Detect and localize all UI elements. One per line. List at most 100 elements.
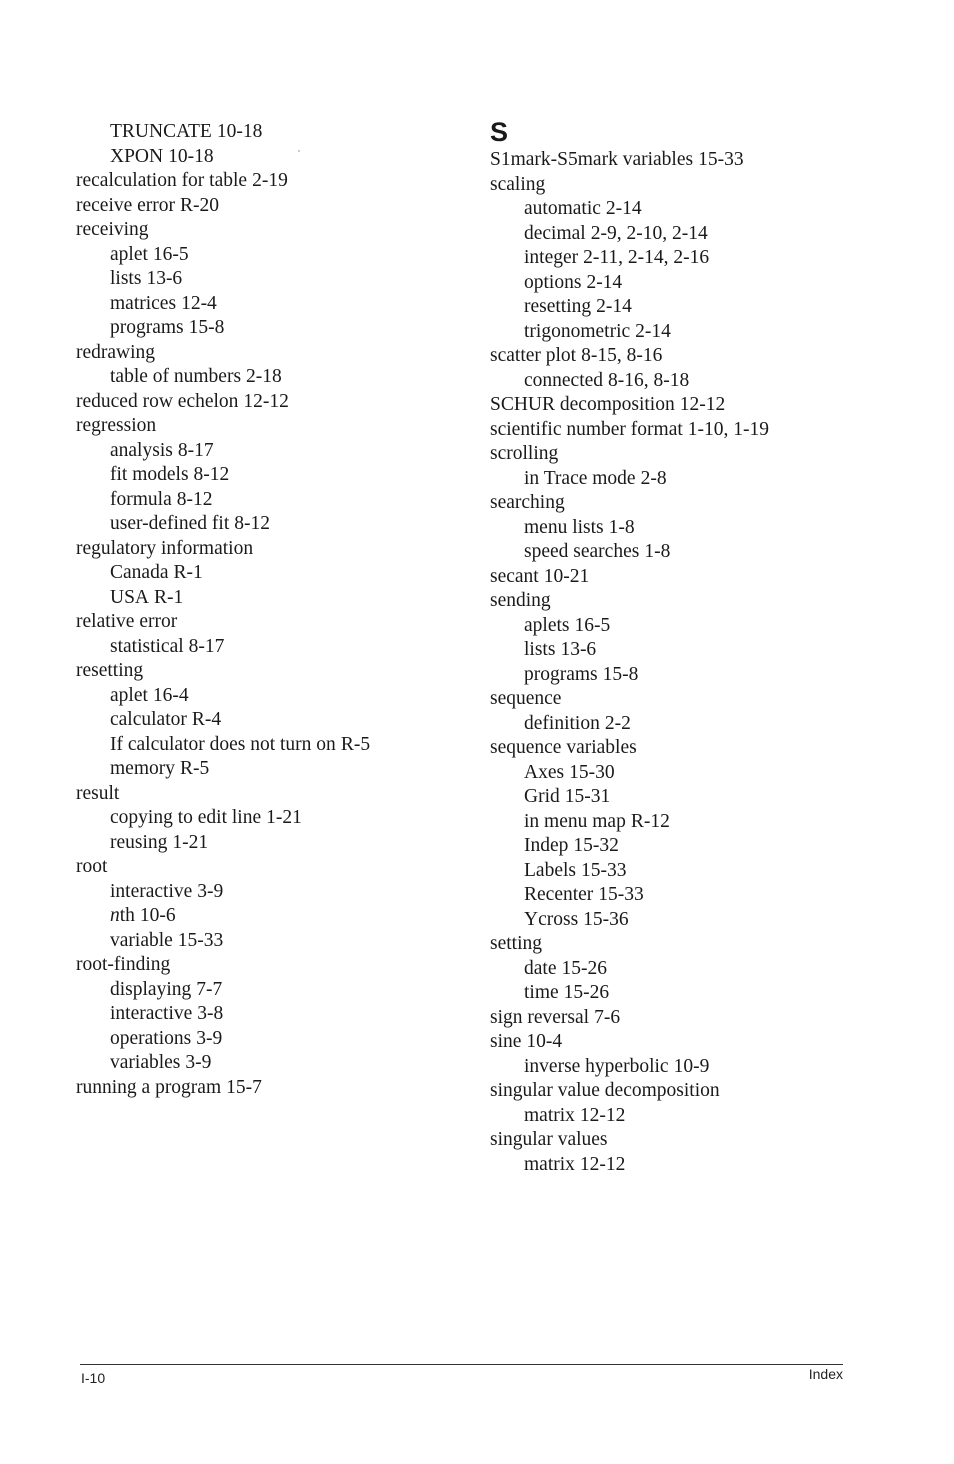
index-entry: receiving bbox=[76, 218, 456, 243]
page-reference: 2-2 bbox=[604, 712, 631, 734]
index-subentry: operations 3-9 bbox=[76, 1027, 456, 1052]
index-subentry: automatic 2-14 bbox=[490, 197, 870, 222]
index-term: reduced row echelon bbox=[76, 390, 239, 412]
index-subentry: interactive 3-9 bbox=[76, 880, 456, 905]
index-entry: root-finding bbox=[76, 953, 456, 978]
index-entries-right: S1mark-S5mark variables 15-33 scaling autom… bbox=[490, 148, 870, 1177]
index-term: regulatory information bbox=[76, 537, 254, 559]
page-reference: 2-19 bbox=[252, 170, 288, 191]
index-subentry: date 15-26 bbox=[490, 957, 870, 982]
page-reference: R-5 bbox=[179, 758, 210, 779]
page-reference: 1-21 bbox=[266, 807, 302, 828]
index-subentry: copying to edit line 1-21 bbox=[76, 806, 456, 831]
index-term: definition bbox=[524, 712, 600, 734]
index-term: relative error bbox=[76, 611, 178, 632]
index-subentry: in menu map R-12 bbox=[490, 810, 870, 835]
page-reference: 10-9 bbox=[673, 1055, 710, 1077]
index-term: user-defined fit bbox=[110, 513, 230, 534]
index-term: sending bbox=[490, 590, 551, 611]
index-entry: sign reversal 7-6 bbox=[490, 1006, 870, 1031]
index-entry: scientific number format 1-10, 1-19 bbox=[490, 418, 870, 443]
index-entry: root bbox=[76, 855, 456, 880]
index-term: running a program bbox=[76, 1076, 222, 1098]
page-reference: 10-6 bbox=[139, 905, 176, 926]
index-entry: sending bbox=[490, 589, 870, 614]
section-letter-heading: S bbox=[490, 117, 509, 147]
index-term: aplet bbox=[110, 684, 148, 706]
page-reference: 10-21 bbox=[543, 565, 590, 587]
index-subentry: USA R-1 bbox=[76, 586, 456, 611]
index-term: menu lists bbox=[524, 516, 604, 538]
page-reference: 15-32 bbox=[573, 835, 619, 856]
page-reference: R-20 bbox=[180, 194, 220, 216]
index-subentry: interactive 3-8 bbox=[76, 1002, 456, 1027]
index-entry: setting bbox=[490, 932, 870, 957]
page-reference: 15-8 bbox=[602, 663, 639, 685]
index-term: singular value decomposition bbox=[490, 1080, 720, 1101]
footer-section-name: Index bbox=[808, 1366, 843, 1382]
index-term-italic: n bbox=[110, 905, 120, 926]
index-entry: searching bbox=[490, 491, 870, 516]
index-entry: scatter plot 8-15, 8-16 bbox=[490, 344, 870, 369]
index-entry: result bbox=[76, 782, 456, 807]
index-subentry: menu lists 1-8 bbox=[490, 516, 870, 541]
index-term: in Trace mode bbox=[524, 467, 636, 489]
page-reference: 2-9, 2-10, 2-14 bbox=[590, 222, 708, 244]
index-subentry: analysis 8-17 bbox=[76, 439, 456, 464]
index-term: connected bbox=[524, 369, 604, 391]
index-term: regression bbox=[76, 415, 157, 436]
index-term: aplet bbox=[110, 243, 148, 265]
index-subentry: Grid 15-31 bbox=[490, 785, 870, 810]
index-term: variables bbox=[110, 1052, 181, 1073]
index-term: fit models bbox=[110, 464, 189, 485]
index-column-right: S S1mark-S5mark variables 15-33 scaling aut… bbox=[490, 116, 870, 1177]
index-term: singular values bbox=[490, 1129, 608, 1150]
index-term: reusing bbox=[110, 831, 168, 853]
index-subentry: nth 10-6 bbox=[76, 904, 456, 929]
index-subentry: in Trace mode 2-8 bbox=[490, 467, 870, 492]
index-subentry: programs 15-8 bbox=[490, 663, 870, 688]
index-term: scrolling bbox=[490, 443, 559, 464]
index-term: Axes bbox=[524, 761, 565, 783]
page-reference: 15-7 bbox=[226, 1076, 262, 1098]
page-reference: 12-4 bbox=[181, 292, 217, 314]
page-reference: 2-18 bbox=[246, 366, 282, 387]
index-entry: scrolling bbox=[490, 442, 870, 467]
index-term: interactive bbox=[110, 880, 193, 902]
page-reference: 16-4 bbox=[152, 684, 189, 706]
index-term: interactive bbox=[110, 1003, 193, 1024]
index-term: SCHUR decomposition bbox=[490, 394, 675, 415]
page-reference: 8-12 bbox=[176, 488, 213, 510]
index-term: secant bbox=[490, 565, 539, 587]
index-term: scientific number format bbox=[490, 418, 683, 440]
index-entry: singular values bbox=[490, 1128, 870, 1153]
index-entry: singular value decomposition bbox=[490, 1079, 870, 1104]
page-reference: 12-12 bbox=[579, 1153, 626, 1175]
index-term: lists bbox=[524, 639, 556, 660]
index-term: time bbox=[524, 982, 559, 1003]
index-term: matrix bbox=[524, 1104, 575, 1126]
index-term: speed searches bbox=[524, 541, 640, 562]
index-term: Labels bbox=[524, 859, 576, 881]
index-term: XPON bbox=[110, 145, 164, 167]
index-subentry: resetting 2-14 bbox=[490, 295, 870, 320]
index-term: sine bbox=[490, 1031, 522, 1052]
index-term: Canada bbox=[110, 562, 169, 583]
index-term: lists bbox=[110, 268, 142, 289]
index-subentry: aplets 16-5 bbox=[490, 614, 870, 639]
index-term: Ycross bbox=[524, 908, 579, 930]
index-term: date bbox=[524, 957, 557, 979]
footer-page-number: I-10 bbox=[81, 1370, 106, 1386]
index-subentry: fit models 8-12 bbox=[76, 463, 456, 488]
index-term: copying to edit line bbox=[110, 807, 262, 828]
index-term: nth bbox=[110, 905, 135, 926]
index-subentry: TRUNCATE 10-18 bbox=[76, 120, 456, 145]
index-subentry: matrix 12-12 bbox=[490, 1104, 870, 1129]
index-subentry: lists 13-6 bbox=[76, 267, 456, 292]
index-subentry: Labels 15-33 bbox=[490, 859, 870, 884]
footer-divider bbox=[80, 1364, 843, 1365]
index-page: TRUNCATE 10-18 XPON 10-18 recalculation for … bbox=[0, 0, 954, 1464]
index-term: resetting bbox=[76, 660, 144, 681]
index-subentry: integer 2-11, 2-14, 2-16 bbox=[490, 246, 870, 271]
index-term: recalculation for table bbox=[76, 170, 248, 191]
